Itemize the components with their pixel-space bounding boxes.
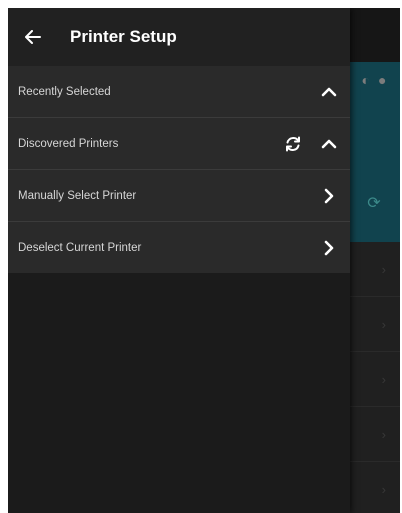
background-sync-icon: ⟳ — [367, 195, 381, 212]
menu-item-label: Deselect Current Printer — [18, 241, 142, 254]
chevron-up-icon[interactable] — [320, 135, 338, 153]
refresh-icon[interactable] — [284, 135, 302, 153]
background-toolbar-icons: ◐ ● — [348, 62, 400, 98]
page-title: Printer Setup — [70, 27, 177, 46]
back-arrow-icon[interactable] — [23, 27, 43, 47]
background-row: › — [348, 462, 400, 513]
menu-item-label: Manually Select Printer — [18, 189, 137, 202]
background-row: › — [348, 242, 400, 297]
printer-menu: Recently Selected Discovered Printers Ma… — [8, 66, 350, 273]
screen: ◐ ● ⟳ › › › › › Printer Setup Recently S… — [8, 8, 400, 513]
menu-item-label: Recently Selected — [18, 85, 111, 98]
chevron-right-icon[interactable] — [320, 239, 338, 257]
background-row: › — [348, 297, 400, 352]
drawer-header: Printer Setup — [8, 8, 350, 66]
printer-setup-drawer: Printer Setup Recently Selected Discover… — [8, 8, 350, 513]
menu-item-label: Discovered Printers — [18, 137, 119, 150]
menu-item-deselect-current-printer[interactable]: Deselect Current Printer — [8, 222, 350, 273]
chevron-up-icon[interactable] — [320, 83, 338, 101]
chevron-right-icon[interactable] — [320, 187, 338, 205]
background-list: › › › › › — [348, 242, 400, 513]
background-info-icon: ● — [378, 72, 387, 88]
menu-item-manually-select-printer[interactable]: Manually Select Printer — [8, 170, 350, 222]
menu-item-discovered-printers[interactable]: Discovered Printers — [8, 118, 350, 170]
background-icon: ◐ — [361, 72, 370, 88]
background-row: › — [348, 352, 400, 407]
background-row: › — [348, 407, 400, 462]
menu-item-recently-selected[interactable]: Recently Selected — [8, 66, 350, 118]
